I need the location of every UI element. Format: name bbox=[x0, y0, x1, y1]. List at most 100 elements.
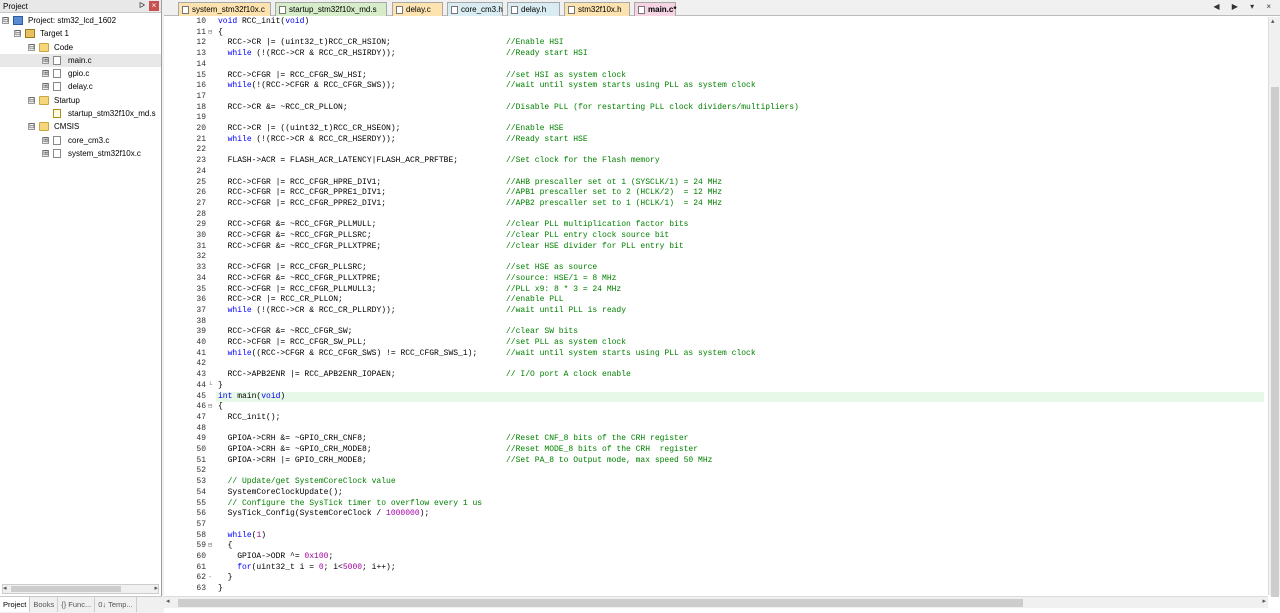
code-line[interactable]: 35 RCC->CFGR |= RCC_CFGR_PLLMULL3; //PLL … bbox=[164, 285, 1264, 296]
code-line[interactable]: 46 ⊟ { bbox=[164, 402, 1264, 413]
code-line[interactable]: 47 RCC_init(); bbox=[164, 413, 1264, 424]
pin-icon[interactable]: ᐅ bbox=[137, 1, 147, 11]
code-line[interactable]: 16 while(!(RCC->CFGR & RCC_CFGR_SWS)); //… bbox=[164, 81, 1264, 92]
tree-item[interactable]: ⊞ gpio.c bbox=[0, 67, 161, 80]
vertical-scrollbar[interactable]: ▴ bbox=[1268, 17, 1280, 597]
code-line[interactable]: 61 for(uint32_t i = 0; i<5000; i++); bbox=[164, 563, 1264, 574]
code-line[interactable]: 50 GPIOA->CRH &= ~GPIO_CRH_MODE8; //Reset… bbox=[164, 445, 1264, 456]
code-line[interactable]: 28 bbox=[164, 210, 1264, 221]
project-horizontal-scrollbar[interactable]: ◂ ▸ bbox=[2, 584, 159, 594]
editor-tab[interactable]: delay.h bbox=[507, 2, 560, 16]
collapse-icon[interactable]: ⊟ bbox=[28, 43, 35, 51]
code-line[interactable]: 38 bbox=[164, 317, 1264, 328]
code-line[interactable]: 49 GPIOA->CRH &= ~GPIO_CRH_CNF8; //Reset … bbox=[164, 434, 1264, 445]
code-line[interactable]: 55 // Configure the SysTick timer to ove… bbox=[164, 499, 1264, 510]
code-line[interactable]: 20 RCC->CR |= ((uint32_t)RCC_CR_HSEON); /… bbox=[164, 124, 1264, 135]
code-line[interactable]: 57 bbox=[164, 520, 1264, 531]
code-line[interactable]: 43 RCC->APB2ENR |= RCC_APB2ENR_IOPAEN; //… bbox=[164, 370, 1264, 381]
code-line[interactable]: 41 while((RCC->CFGR & RCC_CFGR_SWS) != R… bbox=[164, 349, 1264, 360]
scroll-up-icon[interactable]: ▴ bbox=[1271, 17, 1275, 25]
code-line[interactable]: 33 RCC->CFGR |= RCC_CFGR_PLLSRC; //set HS… bbox=[164, 263, 1264, 274]
editor-tab[interactable]: stm32f10x.h bbox=[564, 2, 630, 16]
code-line[interactable]: 54 SystemCoreClockUpdate(); bbox=[164, 488, 1264, 499]
code-line[interactable]: 32 bbox=[164, 252, 1264, 263]
tree-item[interactable]: ⊟ CMSIS bbox=[0, 120, 161, 133]
tab-controls[interactable]: ◀ ▶ ▾ × bbox=[1213, 2, 1276, 11]
code-line[interactable]: 51 GPIOA->CRH |= GPIO_CRH_MODE8; //Set PA… bbox=[164, 456, 1264, 467]
code-line[interactable]: 62- } bbox=[164, 573, 1264, 584]
tab-books[interactable]: Books bbox=[30, 597, 59, 612]
code-line[interactable]: 25 RCC->CFGR |= RCC_CFGR_HPRE_DIV1; //AHB… bbox=[164, 178, 1264, 189]
scroll-right-icon[interactable]: ▸ bbox=[154, 585, 158, 593]
code-area[interactable]: 10 void RCC_init(void) 11 ⊟{12 RCC->CR |= (… bbox=[164, 17, 1268, 595]
code-line[interactable]: 31 RCC->CFGR &= ~RCC_CFGR_PLLXTPRE; //cle… bbox=[164, 242, 1264, 253]
editor-tab[interactable]: system_stm32f10x.c bbox=[178, 2, 271, 16]
code-line[interactable]: 12 RCC->CR |= (uint32_t)RCC_CR_HSION; //E… bbox=[164, 38, 1264, 49]
scroll-left-icon[interactable]: ◂ bbox=[166, 597, 170, 605]
code-line[interactable]: 23 FLASH->ACR = FLASH_ACR_LATENCY|FLASH_… bbox=[164, 156, 1264, 167]
expand-icon[interactable]: ⊞ bbox=[42, 136, 49, 144]
code-line[interactable]: 45 int main(void) bbox=[164, 392, 1264, 403]
code-line[interactable]: 42 bbox=[164, 359, 1264, 370]
code-line[interactable]: 15 RCC->CFGR |= RCC_CFGR_SW_HSI; //set HS… bbox=[164, 71, 1264, 82]
code-line[interactable]: 59 ⊟ { bbox=[164, 541, 1264, 552]
scroll-left-icon[interactable]: ◂ bbox=[3, 585, 7, 593]
editor-tab[interactable]: delay.c bbox=[392, 2, 443, 16]
tree-item[interactable]: ⊟ Project: stm32_lcd_1602 bbox=[0, 14, 161, 27]
fold-marker-icon[interactable]: ⊟ bbox=[208, 541, 214, 552]
tab-project[interactable]: Project bbox=[0, 597, 31, 612]
code-line[interactable]: 52 bbox=[164, 466, 1264, 477]
tab-functions[interactable]: {} Func... bbox=[58, 597, 96, 612]
code-line[interactable]: 60 GPIOA->ODR ^= 0x100; bbox=[164, 552, 1264, 563]
code-line[interactable]: 26 RCC->CFGR |= RCC_CFGR_PPRE1_DIV1; //AP… bbox=[164, 188, 1264, 199]
collapse-icon[interactable]: ⊟ bbox=[28, 123, 35, 131]
scrollbar-thumb[interactable] bbox=[178, 599, 1023, 607]
scrollbar-thumb[interactable] bbox=[1271, 87, 1279, 597]
tree-item[interactable]: ⊟ Target 1 bbox=[0, 27, 161, 40]
code-line[interactable]: 48 bbox=[164, 424, 1264, 435]
code-line[interactable]: 27 RCC->CFGR |= RCC_CFGR_PPRE2_DIV1; //AP… bbox=[164, 199, 1264, 210]
code-line[interactable]: 19 bbox=[164, 113, 1264, 124]
code-line[interactable]: 36 RCC->CR |= RCC_CR_PLLON; //enable PLL bbox=[164, 295, 1264, 306]
code-line[interactable]: 18 RCC->CR &= ~RCC_CR_PLLON; //Disable PL… bbox=[164, 103, 1264, 114]
tree-item[interactable]: ⊟ Code bbox=[0, 41, 161, 54]
horizontal-scrollbar[interactable]: ◂ ▸ bbox=[164, 596, 1268, 608]
collapse-icon[interactable]: ⊟ bbox=[14, 30, 21, 38]
code-line[interactable]: 29 RCC->CFGR &= ~RCC_CFGR_PLLMULL; //clea… bbox=[164, 220, 1264, 231]
tree-item[interactable]: ⊞ core_cm3.c bbox=[0, 134, 161, 147]
code-line[interactable]: 63} bbox=[164, 584, 1264, 595]
code-line[interactable]: 11 ⊟ { bbox=[164, 28, 1264, 39]
collapse-icon[interactable]: ⊟ bbox=[2, 17, 9, 24]
editor-tab[interactable]: core_cm3.h bbox=[447, 2, 503, 16]
expand-icon[interactable]: ⊞ bbox=[42, 83, 49, 91]
tree-item[interactable]: ⊞ system_stm32f10x.c bbox=[0, 147, 161, 160]
tab-templates[interactable]: 0↓ Temp... bbox=[95, 597, 137, 612]
tree-item[interactable]: ⊞ delay.c bbox=[0, 80, 161, 93]
expand-icon[interactable]: ⊞ bbox=[42, 70, 49, 78]
fold-marker-icon[interactable]: ⊟ bbox=[208, 28, 214, 39]
code-line[interactable]: 24 bbox=[164, 167, 1264, 178]
code-line[interactable]: 34 RCC->CFGR &= ~RCC_CFGR_PLLXTPRE; //sou… bbox=[164, 274, 1264, 285]
code-line[interactable]: 17 bbox=[164, 92, 1264, 103]
tree-item[interactable]: ⊟ Startup bbox=[0, 94, 161, 107]
expand-icon[interactable]: ⊞ bbox=[42, 149, 49, 157]
code-line[interactable]: 30 RCC->CFGR &= ~RCC_CFGR_PLLSRC; //clear… bbox=[164, 231, 1264, 242]
code-line[interactable]: 58 while(1) bbox=[164, 531, 1264, 542]
fold-marker-icon[interactable]: ⊟ bbox=[208, 402, 214, 413]
editor-tab[interactable]: startup_stm32f10x_md.s bbox=[275, 2, 387, 16]
code-line[interactable]: 53 // Update/get SystemCoreClock value bbox=[164, 477, 1264, 488]
collapse-icon[interactable]: ⊟ bbox=[28, 96, 35, 104]
code-line[interactable]: 40 RCC->CFGR |= RCC_CFGR_SW_PLL; //set PL… bbox=[164, 338, 1264, 349]
code-line[interactable]: 10 void RCC_init(void) bbox=[164, 17, 1264, 28]
code-line[interactable]: 39 RCC->CFGR &= ~RCC_CFGR_SW; //clear SW … bbox=[164, 327, 1264, 338]
scroll-right-icon[interactable]: ▸ bbox=[1262, 597, 1266, 605]
tree-item[interactable]: startup_stm32f10x_md.s bbox=[0, 107, 161, 120]
code-line[interactable]: 37 while (!(RCC->CR & RCC_CR_PLLRDY)); //… bbox=[164, 306, 1264, 317]
code-line[interactable]: 22 bbox=[164, 145, 1264, 156]
code-line[interactable]: 21 while (!(RCC->CR & RCC_CR_HSERDY)); //… bbox=[164, 135, 1264, 146]
code-line[interactable]: 44 └} bbox=[164, 381, 1264, 392]
scrollbar-thumb[interactable] bbox=[11, 586, 121, 592]
tree-item[interactable]: ⊞ main.c bbox=[0, 53, 161, 68]
close-panel-button[interactable]: × bbox=[149, 1, 159, 11]
code-line[interactable]: 14 bbox=[164, 60, 1264, 71]
